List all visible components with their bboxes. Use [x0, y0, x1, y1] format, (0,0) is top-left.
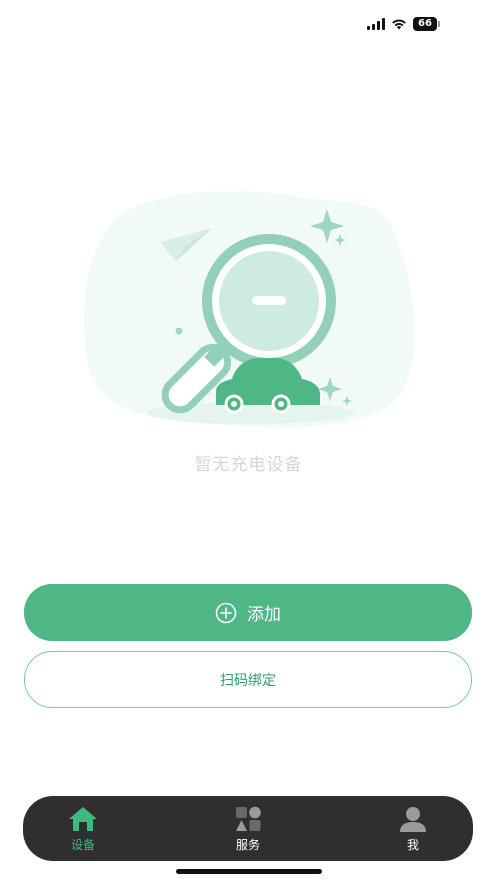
tab-devices[interactable]: 设备	[43, 796, 123, 861]
tab-profile[interactable]: 我	[373, 796, 453, 861]
add-device-button[interactable]: 添加	[24, 584, 472, 641]
plus-circle-icon	[215, 602, 237, 623]
home-icon	[69, 806, 97, 831]
status-bar: 66	[0, 0, 497, 48]
wifi-icon	[391, 18, 407, 30]
battery-indicator: 66	[413, 17, 440, 31]
magnifier-car-icon	[83, 191, 415, 428]
bottom-tab-bar: 设备 服务 我	[23, 796, 473, 861]
status-icons: 66	[367, 17, 440, 31]
scan-bind-label: 扫码绑定	[220, 672, 276, 689]
empty-state-illustration	[80, 185, 420, 435]
tab-services-label: 服务	[235, 837, 260, 852]
services-icon	[236, 806, 261, 831]
empty-state-message: 暂无充电设备	[194, 455, 303, 475]
cellular-signal-icon	[367, 18, 385, 30]
tab-services[interactable]: 服务	[208, 796, 288, 861]
add-device-label: 添加	[247, 605, 281, 625]
home-indicator	[176, 869, 322, 874]
tab-devices-label: 设备	[70, 837, 95, 852]
profile-icon	[400, 806, 426, 832]
scan-bind-button[interactable]: 扫码绑定	[24, 651, 472, 708]
tab-profile-label: 我	[406, 837, 419, 852]
